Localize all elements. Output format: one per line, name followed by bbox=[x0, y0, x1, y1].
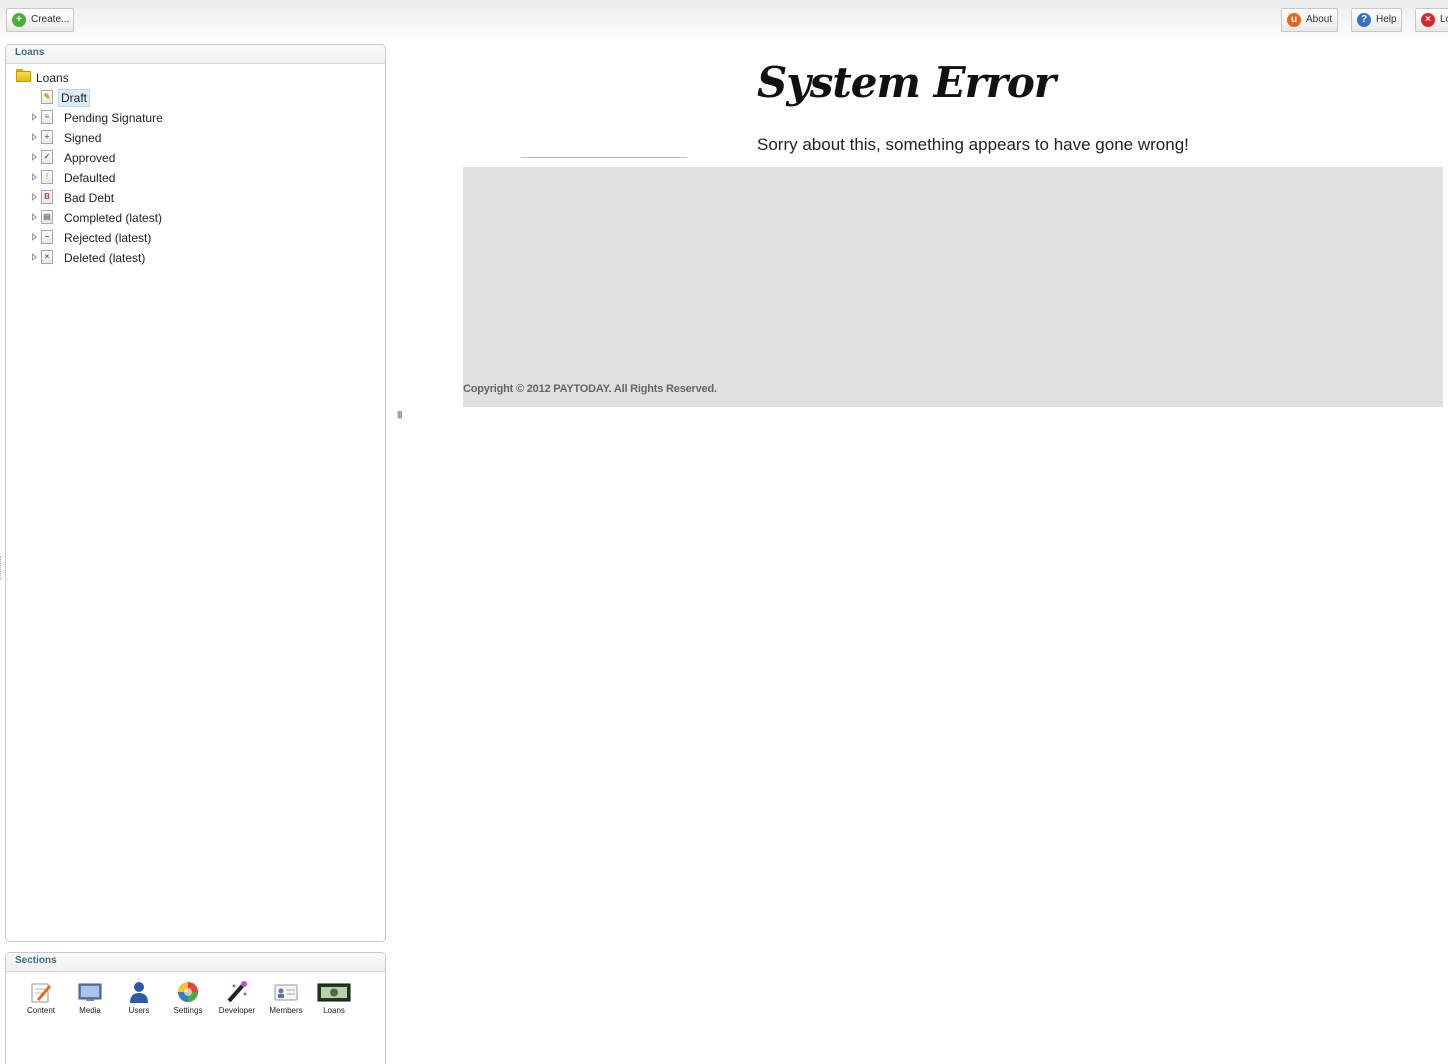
tree-item-label: Signed bbox=[64, 131, 102, 145]
section-developer[interactable]: Developer bbox=[215, 980, 259, 1016]
section-users[interactable]: Users bbox=[117, 980, 161, 1016]
draft-doc-icon: ✎ bbox=[41, 90, 53, 104]
section-label: Developer bbox=[218, 1006, 256, 1015]
media-icon bbox=[78, 983, 102, 1001]
section-members[interactable]: Members bbox=[264, 980, 308, 1016]
tree-item-label: Completed (latest) bbox=[64, 211, 163, 225]
sections-panel-header: Sections bbox=[6, 953, 385, 972]
tree-item-deleted[interactable]: × Deleted (latest) bbox=[32, 249, 232, 267]
expand-arrow-icon[interactable] bbox=[32, 233, 37, 241]
tree-item-completed[interactable]: ▤ Completed (latest) bbox=[32, 209, 232, 227]
loans-icon bbox=[317, 983, 351, 1002]
create-button-label: Create... bbox=[31, 14, 70, 25]
tree-item-label: Pending Signature bbox=[64, 111, 163, 125]
bad-debt-doc-icon: B bbox=[41, 190, 53, 204]
tree-item-label: Bad Debt bbox=[64, 191, 115, 205]
pending-doc-icon: ≡ bbox=[41, 110, 53, 124]
tree-item-label: Approved bbox=[64, 151, 116, 165]
section-content[interactable]: Content bbox=[19, 980, 63, 1016]
tree-item-pending-signature[interactable]: ≡ Pending Signature bbox=[32, 109, 232, 127]
members-icon bbox=[274, 984, 298, 1001]
about-button[interactable]: u About bbox=[1281, 8, 1338, 32]
tree-item-draft[interactable]: ✎ Draft bbox=[32, 89, 152, 107]
panel-resize-handle[interactable] bbox=[0, 556, 5, 580]
error-message: Sorry about this, something appears to h… bbox=[757, 135, 1189, 154]
tree-item-defaulted[interactable]: ! Defaulted bbox=[32, 169, 232, 187]
deleted-doc-icon: × bbox=[41, 250, 53, 264]
warning-doc-icon: ! bbox=[41, 170, 53, 184]
signed-doc-icon: + bbox=[41, 130, 53, 144]
folder-icon bbox=[16, 69, 31, 82]
expand-arrow-icon[interactable] bbox=[32, 133, 37, 141]
tree-item-label: Defaulted bbox=[64, 171, 116, 185]
expand-arrow-icon[interactable] bbox=[32, 173, 37, 181]
help-button[interactable]: ? Help bbox=[1351, 8, 1402, 32]
tree-item-bad-debt[interactable]: B Bad Debt bbox=[32, 189, 232, 207]
error-details-box bbox=[463, 167, 1443, 407]
tree-panel: Loans Loans ✎ Draft ≡ Pending Signature … bbox=[5, 44, 386, 942]
tree-item-label: Deleted (latest) bbox=[64, 251, 146, 265]
users-icon bbox=[130, 982, 148, 1003]
create-button[interactable]: + Create... bbox=[6, 8, 74, 32]
expand-arrow-icon[interactable] bbox=[32, 113, 37, 121]
about-button-label: About bbox=[1306, 14, 1333, 25]
rejected-doc-icon: – bbox=[41, 230, 53, 244]
developer-icon bbox=[227, 981, 247, 1003]
about-icon: u bbox=[1287, 13, 1301, 27]
tree-item-signed[interactable]: + Signed bbox=[32, 129, 232, 147]
tree-root-label: Loans bbox=[36, 71, 69, 85]
divider bbox=[521, 157, 687, 158]
tree-panel-header: Loans bbox=[6, 45, 385, 64]
splitter-handle[interactable]: |||| bbox=[397, 410, 402, 419]
approved-doc-icon: ✓ bbox=[41, 150, 53, 164]
tree-root-loans[interactable]: Loans bbox=[16, 69, 136, 87]
section-label: Loans bbox=[323, 1006, 345, 1015]
logout-button-label: Lo bbox=[1440, 14, 1448, 25]
settings-icon bbox=[178, 982, 198, 1002]
section-label: Media bbox=[79, 1006, 101, 1015]
sections-panel: Sections Content Media Users Settings De… bbox=[5, 952, 386, 1064]
expand-arrow-icon[interactable] bbox=[32, 253, 37, 261]
section-label: Users bbox=[128, 1006, 150, 1015]
tree-item-label: Rejected (latest) bbox=[64, 231, 152, 245]
section-label: Content bbox=[26, 1006, 56, 1015]
plus-icon: + bbox=[12, 13, 26, 27]
copyright-text: Copyright © 2012 PAYTODAY. All Rights Re… bbox=[463, 383, 717, 395]
section-media[interactable]: Media bbox=[68, 980, 112, 1016]
content-icon bbox=[31, 983, 52, 1003]
section-settings[interactable]: Settings bbox=[166, 980, 210, 1016]
completed-doc-icon: ▤ bbox=[41, 210, 53, 224]
section-label: Members bbox=[269, 1006, 303, 1015]
help-button-label: Help bbox=[1376, 14, 1397, 25]
tree-item-label: Draft bbox=[58, 89, 91, 107]
tree-item-rejected[interactable]: – Rejected (latest) bbox=[32, 229, 232, 247]
expand-arrow-icon[interactable] bbox=[32, 213, 37, 221]
logout-button[interactable]: × Lo bbox=[1415, 8, 1448, 32]
expand-arrow-icon[interactable] bbox=[32, 153, 37, 161]
section-loans[interactable]: Loans bbox=[312, 980, 356, 1016]
top-toolbar: + Create... u About ? Help × Lo bbox=[0, 0, 1448, 40]
tree-item-approved[interactable]: ✓ Approved bbox=[32, 149, 232, 167]
section-label: Settings bbox=[173, 1006, 203, 1015]
help-icon: ? bbox=[1357, 13, 1371, 27]
close-icon: × bbox=[1421, 13, 1435, 27]
expand-arrow-icon[interactable] bbox=[32, 193, 37, 201]
page-title: System Error bbox=[757, 58, 1056, 107]
